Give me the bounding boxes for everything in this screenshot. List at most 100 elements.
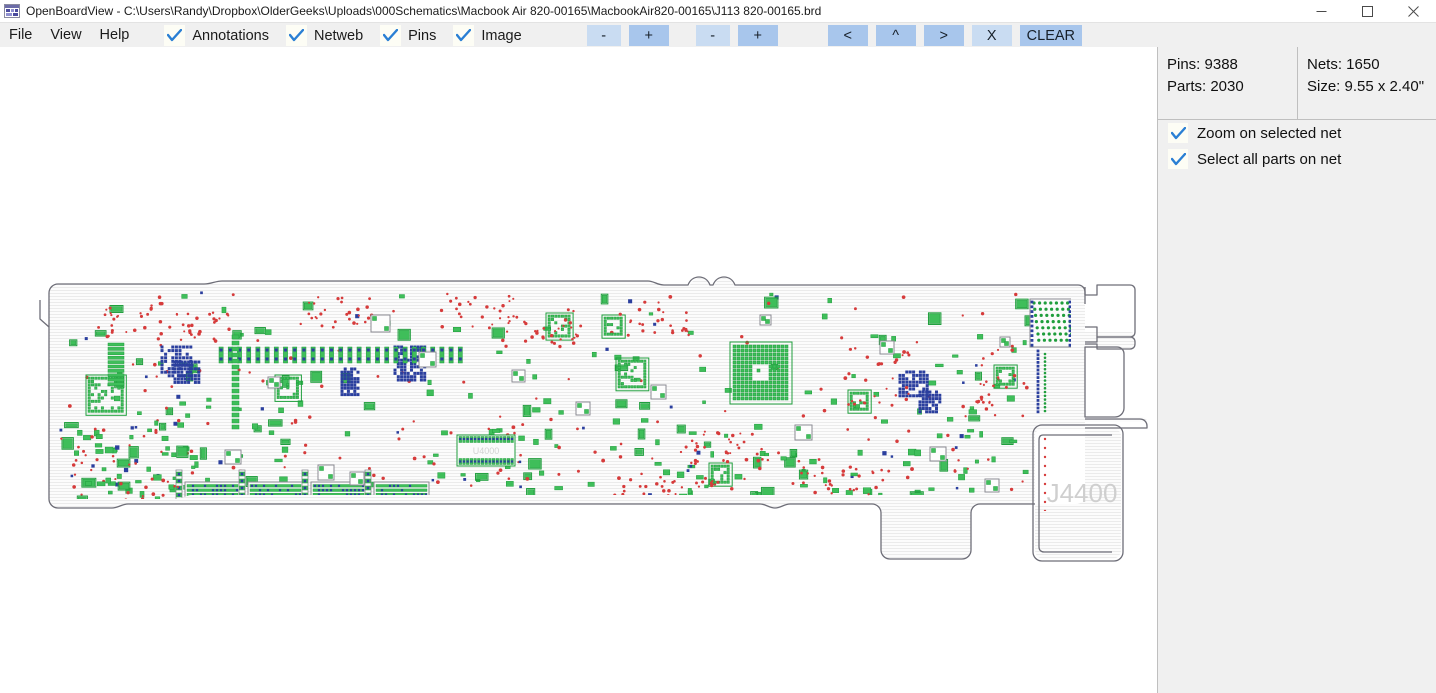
pin [366, 472, 370, 476]
decrease-button[interactable]: - [695, 25, 730, 46]
smd-pad [720, 535, 729, 541]
rotate-right-button[interactable]: > [923, 25, 964, 46]
smd-pad [776, 376, 781, 381]
board-render[interactable]: J4400 U4000 [0, 47, 1157, 693]
pin [605, 536, 607, 538]
smd-pad [946, 417, 954, 422]
clear-button[interactable]: CLEAR [1019, 25, 1083, 46]
toggle-image[interactable]: Image [453, 25, 532, 46]
pin [346, 370, 350, 374]
smd-pad [276, 389, 280, 393]
pin [215, 484, 219, 487]
zoom-in-button[interactable]: + [628, 25, 669, 46]
pin [176, 360, 180, 364]
via [865, 355, 870, 359]
via [336, 297, 340, 301]
pin [346, 383, 350, 387]
via [347, 310, 352, 315]
smd-pad [212, 535, 222, 541]
checkmark-icon[interactable] [285, 25, 307, 46]
smd-pad [1006, 395, 1015, 402]
checkmark-icon[interactable] [164, 25, 186, 46]
pin [346, 380, 350, 384]
via [724, 450, 728, 454]
option-zoom-on-selected-net[interactable]: Zoom on selected net [1158, 120, 1436, 146]
pin [304, 522, 307, 525]
pin [954, 446, 958, 449]
toggle-netweb[interactable]: Netweb [285, 25, 374, 46]
pin [290, 506, 294, 509]
flip-button[interactable]: ^ [875, 25, 916, 46]
pin [367, 522, 370, 525]
menu-help[interactable]: Help [91, 25, 139, 45]
rotate-left-button[interactable]: < [827, 25, 868, 46]
pin [366, 486, 370, 490]
zoom-out-button[interactable]: - [586, 25, 621, 46]
via [1043, 446, 1047, 450]
smd-pad [726, 464, 730, 468]
pin [381, 516, 383, 518]
option-select-all-parts-on-net[interactable]: Select all parts on net [1158, 146, 1436, 172]
via [195, 316, 199, 320]
smd-pad [784, 356, 789, 361]
pin [485, 460, 488, 463]
menu-view[interactable]: View [41, 25, 90, 45]
via [138, 505, 142, 509]
pin [412, 506, 416, 509]
pin [256, 348, 260, 352]
smd-pad [87, 406, 91, 410]
smd-pad [560, 334, 564, 338]
pin [350, 367, 354, 371]
via [507, 322, 510, 325]
via [72, 485, 76, 489]
pin [396, 375, 400, 379]
toggle-annotations[interactable]: Annotations [164, 25, 280, 46]
via [801, 414, 806, 418]
increase-button[interactable]: + [737, 25, 778, 46]
via [760, 447, 763, 451]
smd-pad [852, 407, 856, 411]
smd-pad [935, 363, 944, 368]
toggle-pins[interactable]: Pins [380, 25, 447, 46]
pin [192, 516, 194, 518]
pin [353, 377, 357, 381]
pin [330, 348, 333, 352]
via [840, 336, 844, 340]
close-board-button[interactable]: X [971, 25, 1012, 46]
via [134, 462, 137, 465]
pin [339, 348, 343, 352]
via [637, 307, 642, 312]
pin [400, 362, 404, 365]
via [338, 456, 342, 460]
minimize-button[interactable] [1298, 0, 1344, 22]
checkmark-icon[interactable] [380, 25, 402, 46]
smd-pad [776, 360, 781, 365]
smd-pad [780, 352, 785, 357]
menu-file[interactable]: File [0, 25, 41, 45]
smd-pad [104, 409, 108, 413]
smd-pad [502, 535, 511, 539]
connector-pad [1043, 375, 1047, 379]
pin [134, 426, 138, 429]
via [315, 317, 318, 320]
pin [403, 357, 407, 361]
board-canvas[interactable]: J4400 U4000 [0, 47, 1157, 693]
pin [366, 479, 370, 483]
checkmark-icon[interactable] [453, 25, 475, 46]
smd-pad [756, 388, 761, 393]
pin [231, 484, 235, 487]
close-button[interactable] [1390, 0, 1436, 22]
via [880, 468, 883, 472]
smd-pad [129, 435, 134, 440]
checkmark-icon[interactable] [1168, 149, 1188, 169]
pin [449, 348, 453, 352]
pin [193, 377, 197, 381]
smd-pad [1008, 366, 1012, 370]
pin [311, 348, 315, 352]
smd-pad [529, 459, 541, 469]
via [558, 344, 562, 349]
pin [348, 357, 352, 361]
checkmark-icon[interactable] [1168, 123, 1188, 143]
maximize-button[interactable] [1344, 0, 1390, 22]
via [60, 437, 63, 440]
